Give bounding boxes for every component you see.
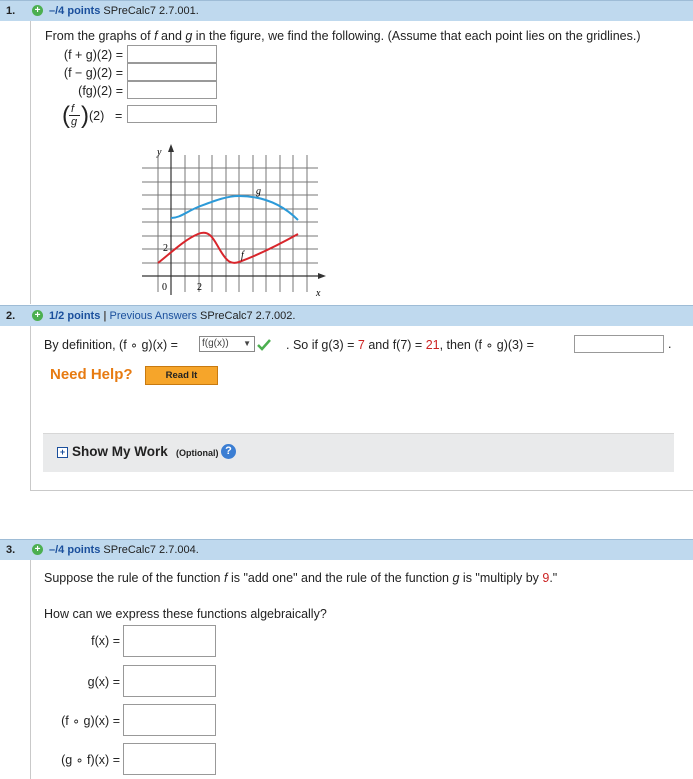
q1-row1-eq: = xyxy=(115,48,123,62)
q3-answer-gx[interactable] xyxy=(123,665,216,697)
q2-number: 2. xyxy=(6,310,16,322)
q3-answer-fog[interactable] xyxy=(123,704,216,736)
q2-ref: SPreCalc7 2.7.002. xyxy=(200,310,296,322)
x-tick-label: 2 xyxy=(197,282,202,293)
q1-row3-label: (fg)(2) = xyxy=(78,84,123,98)
q3-rule-3: is "multiply by xyxy=(459,571,543,585)
q1-graph: y x g f 0 2 2 xyxy=(142,144,326,299)
q1-row3-expr: (fg)(2) xyxy=(78,84,113,98)
q2-answer-input[interactable] xyxy=(574,335,664,353)
q2-given-text: . So if g(3) = 7 and f(7) = 21, then (f … xyxy=(286,337,534,352)
left-paren: ( xyxy=(62,102,70,129)
dropdown-arrow-icon: ▼ xyxy=(243,339,251,348)
show-my-work-panel[interactable]: + Show My Work (Optional) ? xyxy=(43,433,674,472)
q3-row1-expr: f(x) xyxy=(91,634,110,648)
q2-after-select: . So if g(3) = xyxy=(286,338,355,352)
plus-circle-icon[interactable]: + xyxy=(32,544,43,555)
g-curve-label: g xyxy=(256,186,261,197)
q2-points-wrap: 1/2 points | Previous Answers SPreCalc7 … xyxy=(49,306,295,326)
q1-prompt-end: in the figure, we find the following. (A… xyxy=(192,29,641,43)
q3-points-wrap: –/4 points SPreCalc7 2.7.004. xyxy=(49,540,199,560)
plus-circle-icon[interactable]: + xyxy=(32,310,43,321)
q3-row3-eq: = xyxy=(112,714,120,728)
q1-answer-fdivg[interactable] xyxy=(127,105,217,123)
x-axis-label: x xyxy=(315,288,321,299)
q1-header: 1. + –/4 points SPreCalc7 2.7.001. xyxy=(0,0,693,21)
y-tick-label: 2 xyxy=(163,243,168,254)
checkmark-icon xyxy=(257,339,271,351)
q2-and-text: and f(7) = xyxy=(368,338,423,352)
q1-answer-fplusg[interactable] xyxy=(127,45,217,63)
q1-row4-label: ( f g ) (2) = xyxy=(62,101,124,131)
previous-answers-link[interactable]: Previous Answers xyxy=(110,310,197,322)
q2-header: 2. + 1/2 points | Previous Answers SPreC… xyxy=(0,305,693,326)
read-it-button[interactable]: Read It xyxy=(145,366,218,385)
curve-g xyxy=(170,194,299,221)
q2-g3-value: 7 xyxy=(357,338,365,352)
right-paren: ) xyxy=(81,102,89,129)
q1-number: 1. xyxy=(6,5,16,17)
q3-row1-eq: = xyxy=(112,634,120,648)
q1-frac-num: f xyxy=(71,103,75,115)
q1-row2-eq: = xyxy=(115,66,123,80)
q3-row4-eq: = xyxy=(112,753,120,767)
q2-separator: | xyxy=(103,310,107,322)
q1-prompt-mid: and xyxy=(157,29,186,43)
q3-answer-gof[interactable] xyxy=(123,743,216,775)
q3-row1-label: f(x) = xyxy=(91,634,120,648)
q1-frac-den: g xyxy=(71,116,78,128)
q1-row2-label: (f − g)(2) = xyxy=(64,66,123,80)
q3-rule-2: is "add one" and the rule of the functio… xyxy=(227,571,453,585)
graph-grid xyxy=(142,155,318,292)
q1-answer-fg[interactable] xyxy=(127,81,217,99)
show-my-work-label[interactable]: Show My Work xyxy=(72,444,168,459)
q2-definition: By definition, (f ∘ g)(x) = xyxy=(44,338,178,352)
plus-square-icon[interactable]: + xyxy=(57,447,68,458)
plus-circle-icon[interactable]: + xyxy=(32,5,43,16)
q3-row3-expr: (f ∘ g)(x) xyxy=(61,714,110,728)
q3-rule-text: Suppose the rule of the function f is "a… xyxy=(44,571,557,585)
q1-row4-expr: (2) xyxy=(89,109,105,123)
origin-label: 0 xyxy=(162,282,167,293)
q3-rule-4: ." xyxy=(549,571,558,585)
q3-rule-1: Suppose the rule of the function xyxy=(44,571,224,585)
q2-select-value: f(g(x)) xyxy=(202,338,229,349)
q3-question: How can we express these functions algeb… xyxy=(44,607,327,621)
q1-answer-fminusg[interactable] xyxy=(127,63,217,81)
q1-row1-expr: (f + g)(2) xyxy=(63,48,113,62)
curve-f xyxy=(157,231,299,264)
q1-prompt: From the graphs of f and g in the figure… xyxy=(45,29,641,43)
q1-row1-label: (f + g)(2) = xyxy=(64,48,123,62)
q3-row2-label: g(x) = xyxy=(88,675,120,689)
q1-ref: SPreCalc7 2.7.001. xyxy=(103,5,199,17)
q3-answer-fx[interactable] xyxy=(123,625,216,657)
q1-points: –/4 points xyxy=(49,5,101,17)
q3-number: 3. xyxy=(6,544,16,556)
x-axis-arrow-icon xyxy=(318,273,326,279)
q3-points: –/4 points xyxy=(49,544,101,556)
y-axis-label: y xyxy=(156,147,162,158)
q3-row4-expr: (g ∘ f)(x) xyxy=(61,753,110,767)
y-axis-arrow-icon xyxy=(168,144,174,152)
q3-row2-expr: g(x) xyxy=(87,675,110,689)
q1-points-wrap: –/4 points SPreCalc7 2.7.001. xyxy=(49,1,199,21)
q2-composition-select[interactable]: f(g(x)) ▼ xyxy=(199,336,255,352)
q3-ref: SPreCalc7 2.7.004. xyxy=(103,544,199,556)
q3-row2-eq: = xyxy=(112,675,120,689)
q1-row4-eq: = xyxy=(115,109,123,123)
q3-row3-label: (f ∘ g)(x) = xyxy=(61,713,120,728)
q2-then-text: , then (f ∘ g)(3) = xyxy=(439,338,534,352)
question-circle-icon[interactable]: ? xyxy=(221,444,236,459)
q3-header: 3. + –/4 points SPreCalc7 2.7.004. xyxy=(0,539,693,560)
q1-row2-expr: (f − g)(2) xyxy=(63,66,113,80)
q2-points: 1/2 points xyxy=(49,310,101,322)
need-help-label: Need Help? xyxy=(50,366,133,383)
optional-label: (Optional) xyxy=(176,448,219,458)
q2-period: . xyxy=(668,337,672,351)
q1-prompt-start: From the graphs of xyxy=(45,29,155,43)
q1-row3-eq: = xyxy=(115,84,123,98)
q3-row4-label: (g ∘ f)(x) = xyxy=(61,752,120,767)
q2-f7-value: 21 xyxy=(425,338,440,352)
